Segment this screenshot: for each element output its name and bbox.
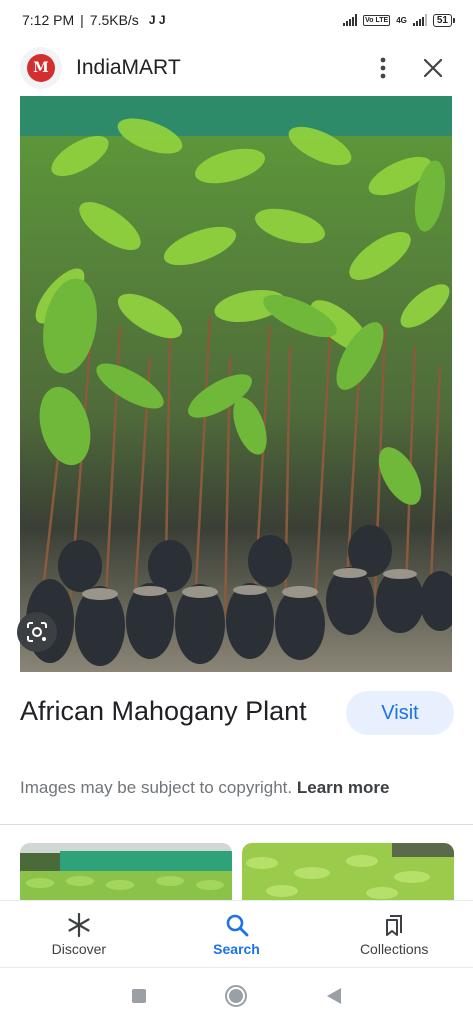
- google-lens-button[interactable]: [17, 612, 57, 652]
- network-type: 4G: [396, 15, 407, 25]
- nav-search-label: Search: [213, 940, 260, 957]
- back-button[interactable]: [314, 976, 354, 1016]
- indiamart-logo-icon: M: [27, 54, 55, 82]
- mahogany-plants-image: [20, 96, 452, 672]
- bottom-navigation: Discover Search Collections: [0, 900, 473, 968]
- back-icon: [327, 988, 342, 1004]
- home-button[interactable]: [216, 976, 256, 1016]
- more-vert-icon: [380, 57, 386, 79]
- recent-apps-button[interactable]: [119, 976, 159, 1016]
- notification-icons: J J: [148, 13, 166, 27]
- app-header: M IndiaMART: [0, 40, 473, 96]
- more-options-button[interactable]: [363, 48, 403, 88]
- copyright-text: Images may be subject to copyright.: [20, 778, 293, 797]
- visit-button[interactable]: Visit: [346, 691, 454, 735]
- status-divider: |: [80, 12, 84, 28]
- status-right: Vo LTE 4G 51: [343, 13, 455, 27]
- home-icon: [225, 985, 248, 1007]
- related-image-2[interactable]: [242, 843, 454, 903]
- learn-more-link[interactable]: Learn more: [297, 778, 390, 797]
- close-button[interactable]: [413, 48, 453, 88]
- system-navigation: [0, 968, 473, 1024]
- related-image-1[interactable]: [20, 843, 232, 903]
- status-speed: 7.5KB/s: [89, 12, 139, 28]
- product-image[interactable]: [20, 96, 452, 672]
- status-left: 7:12 PM | 7.5KB/s J J: [22, 12, 166, 28]
- nav-search[interactable]: Search: [158, 901, 316, 968]
- copyright-notice: Images may be subject to copyright. Lear…: [20, 778, 389, 798]
- related-thumbnail-2: [242, 843, 454, 903]
- nav-collections-label: Collections: [359, 940, 429, 957]
- status-time: 7:12 PM: [22, 12, 75, 28]
- bookmark-icon: [386, 914, 403, 936]
- nav-discover-label: Discover: [51, 940, 107, 957]
- site-logo: M: [20, 47, 62, 89]
- signal-icon: [343, 14, 358, 26]
- nav-collections[interactable]: Collections: [315, 901, 473, 968]
- lens-icon: [27, 622, 47, 642]
- volte-icon: Vo LTE: [363, 14, 391, 26]
- close-icon: [424, 59, 442, 77]
- related-thumbnail-1: [20, 843, 232, 903]
- recent-apps-icon: [131, 989, 146, 1003]
- signal-icon-2: [412, 14, 427, 26]
- search-icon: [226, 914, 248, 936]
- battery-icon: 51: [432, 13, 455, 27]
- nav-discover[interactable]: Discover: [0, 901, 158, 968]
- asterisk-icon: [68, 912, 90, 937]
- site-name: IndiaMART: [76, 56, 181, 79]
- battery-level: 51: [432, 13, 452, 27]
- status-bar: 7:12 PM | 7.5KB/s J J Vo LTE 4G 51: [0, 0, 473, 40]
- result-title: African Mahogany Plant: [20, 696, 307, 726]
- divider: [0, 824, 473, 825]
